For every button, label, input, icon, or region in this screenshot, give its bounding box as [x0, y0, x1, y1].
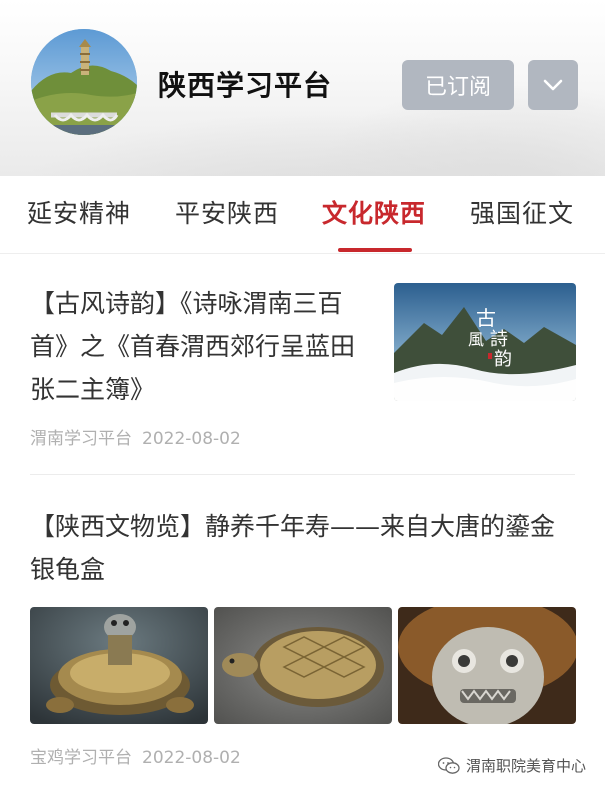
article-image[interactable] — [214, 607, 392, 724]
article-title[interactable]: 【陕西文物览】静养千年寿——来自大唐的鎏金银龟盒 — [30, 505, 578, 591]
article-image[interactable] — [398, 607, 576, 724]
article-date: 2022-08-02 — [142, 429, 241, 449]
svg-text:詩: 詩 — [490, 329, 508, 350]
tab-essay-contest[interactable]: 强国征文 — [470, 194, 574, 230]
tab-yanan-spirit[interactable]: 延安精神 — [27, 194, 131, 230]
category-tabs: 延安精神 平安陕西 文化陕西 强国征文 — [0, 176, 605, 254]
wechat-icon — [438, 756, 460, 774]
watermark: 渭南职院美育中心 — [438, 755, 586, 776]
article-image[interactable] — [30, 607, 208, 724]
channel-avatar[interactable] — [31, 29, 137, 135]
tab-culture-shaanxi[interactable]: 文化陕西 — [322, 194, 426, 230]
svg-text:風: 風 — [468, 330, 484, 349]
article-title[interactable]: 【古风诗韵】《诗咏渭南三百首》之《首春渭西郊行呈蓝田张二主簿》 — [30, 282, 375, 411]
article-thumbnail[interactable]: 古 風 詩 韵 — [394, 283, 576, 401]
list-divider — [30, 474, 575, 475]
channel-header: 陕西学习平台 已订阅 — [0, 0, 605, 176]
svg-text:韵: 韵 — [494, 349, 512, 370]
article-source: 渭南学习平台 — [30, 429, 132, 449]
more-dropdown-button[interactable] — [528, 60, 578, 110]
tab-safe-shaanxi[interactable]: 平安陕西 — [175, 194, 279, 230]
article-source: 宝鸡学习平台 — [30, 748, 132, 768]
article-meta: 渭南学习平台 2022-08-02 — [30, 424, 241, 449]
active-tab-indicator — [338, 248, 412, 252]
article-date: 2022-08-02 — [142, 748, 241, 768]
subscribed-button[interactable]: 已订阅 — [402, 60, 514, 110]
thumbnail-calligraphy: 古 — [476, 306, 496, 330]
chevron-down-icon — [543, 79, 563, 91]
article-image-row — [30, 607, 576, 724]
channel-title: 陕西学习平台 — [158, 69, 333, 102]
article-meta: 宝鸡学习平台 2022-08-02 — [30, 743, 241, 768]
watermark-text: 渭南职院美育中心 — [466, 757, 587, 775]
